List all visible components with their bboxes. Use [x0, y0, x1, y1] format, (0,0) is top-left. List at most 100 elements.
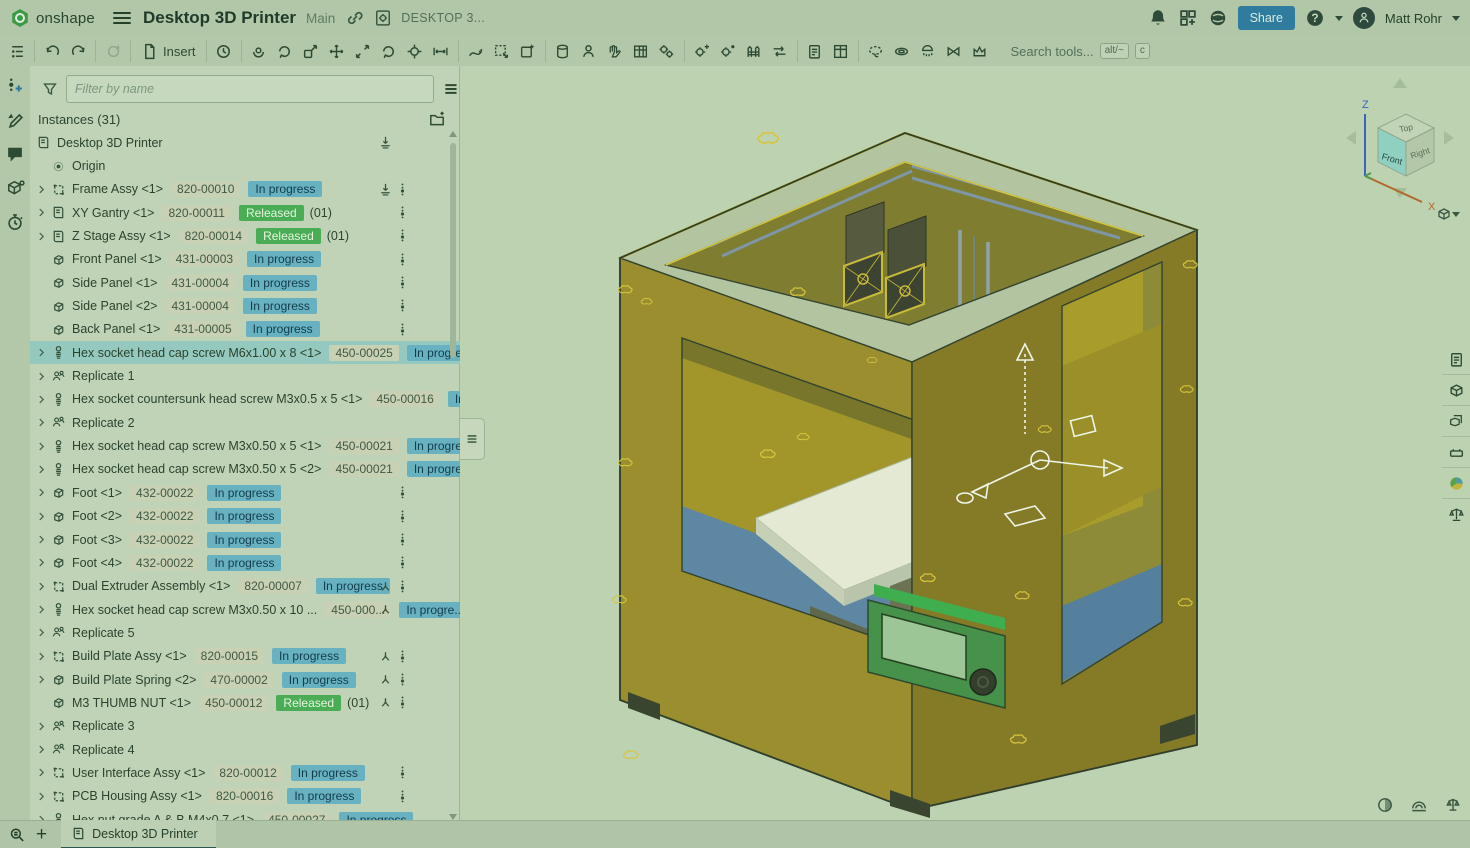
- mate-icon[interactable]: [378, 672, 393, 687]
- fixed-anchor-icon[interactable]: [378, 182, 393, 197]
- tree-row[interactable]: Hex socket head cap screw M3x0.50 x 5 <2…: [30, 458, 460, 481]
- workspace-branch-label[interactable]: Main: [306, 11, 335, 26]
- user-name-label[interactable]: Matt Rohr: [1385, 11, 1442, 26]
- insert-icon[interactable]: Insert: [135, 39, 202, 63]
- search-tabs-icon[interactable]: [8, 826, 26, 844]
- group-icon[interactable]: [489, 39, 515, 63]
- tree-row[interactable]: M3 THUMB NUT <1>450-00012Released(01): [30, 691, 460, 714]
- named-views-flyout-icon[interactable]: [1442, 374, 1470, 405]
- tree-row[interactable]: Replicate 5: [30, 621, 460, 644]
- scrollbar-thumb[interactable]: [450, 143, 456, 358]
- list-view-icon[interactable]: [442, 80, 460, 98]
- tree-row[interactable]: Z Stage Assy <1>820-00014Released(01): [30, 224, 460, 247]
- user-menu-caret-icon[interactable]: [1452, 16, 1460, 21]
- belt-relation-icon[interactable]: [741, 39, 767, 63]
- visibility-dots-icon[interactable]: [395, 555, 410, 570]
- user-avatar[interactable]: [1353, 7, 1375, 29]
- mate-connector-icon[interactable]: [463, 39, 489, 63]
- tree-row[interactable]: User Interface Assy <1>820-00012In progr…: [30, 761, 460, 784]
- filter-input[interactable]: [66, 75, 434, 103]
- bill-of-materials-icon[interactable]: [802, 39, 828, 63]
- tree-row[interactable]: Hex socket countersunk head screw M3x0.5…: [30, 388, 460, 411]
- tree-row[interactable]: Origin: [30, 154, 460, 177]
- visibility-dots-icon[interactable]: [395, 205, 410, 220]
- comments-icon[interactable]: [5, 144, 25, 164]
- graphics-viewport[interactable]: Z X Top Front Right: [460, 66, 1470, 820]
- app-store-grid-icon[interactable]: [1178, 8, 1198, 28]
- interference-detection-icon[interactable]: [941, 39, 967, 63]
- screw-relation-icon[interactable]: [715, 39, 741, 63]
- panel-toggle-handle[interactable]: [460, 418, 485, 460]
- instances-scrollbar[interactable]: [449, 131, 457, 820]
- tree-row[interactable]: Foot <1>432-00022In progress: [30, 481, 460, 504]
- visibility-dots-icon[interactable]: [395, 252, 410, 267]
- expand-chevron-icon[interactable]: [36, 207, 47, 218]
- expand-chevron-icon[interactable]: [36, 767, 47, 778]
- tree-row[interactable]: PCB Housing Assy <1>820-00016In progress: [30, 785, 460, 808]
- revolute-mate-icon[interactable]: [272, 39, 298, 63]
- mate-relation-icon[interactable]: [515, 39, 541, 63]
- tree-row[interactable]: Frame Assy <1>820-00010In progress: [30, 178, 460, 201]
- view-mode-caret-icon[interactable]: [1452, 212, 1460, 217]
- planar-mate-icon[interactable]: [324, 39, 350, 63]
- expand-chevron-icon[interactable]: [36, 441, 47, 452]
- camera-perspective-icon[interactable]: [1410, 796, 1428, 814]
- expand-chevron-icon[interactable]: [36, 487, 47, 498]
- expand-chevron-icon[interactable]: [36, 557, 47, 568]
- visibility-dots-icon[interactable]: [395, 695, 410, 710]
- tree-row[interactable]: Replicate 4: [30, 738, 460, 761]
- expand-chevron-icon[interactable]: [36, 534, 47, 545]
- search-tools[interactable]: Search tools... alt/~ c: [1011, 43, 1150, 59]
- view-mode-cube-icon[interactable]: [1439, 209, 1449, 219]
- tree-row[interactable]: Side Panel <2>431-00004In progress: [30, 294, 460, 317]
- appearance-icon[interactable]: [967, 39, 993, 63]
- assembly-structure-icon[interactable]: [4, 39, 30, 63]
- measure-analysis-icon[interactable]: [5, 178, 25, 198]
- expand-chevron-icon[interactable]: [36, 417, 47, 428]
- time-history-icon[interactable]: [5, 212, 25, 232]
- visibility-dots-icon[interactable]: [395, 579, 410, 594]
- fastened-mate-icon[interactable]: [246, 39, 272, 63]
- expand-chevron-icon[interactable]: [36, 627, 47, 638]
- tree-row[interactable]: Dual Extruder Assembly <1>820-00007In pr…: [30, 575, 460, 598]
- expand-chevron-icon[interactable]: [36, 581, 47, 592]
- replicate-icon[interactable]: [550, 39, 576, 63]
- tree-row[interactable]: Hex socket head cap screw M6x1.00 x 8 <1…: [30, 341, 460, 364]
- exploded-views-icon[interactable]: [828, 39, 854, 63]
- pin-slot-mate-icon[interactable]: [376, 39, 402, 63]
- tree-row[interactable]: Foot <4>432-00022In progress: [30, 551, 460, 574]
- visibility-dots-icon[interactable]: [395, 298, 410, 313]
- expand-chevron-icon[interactable]: [36, 651, 47, 662]
- visibility-dots-icon[interactable]: [395, 485, 410, 500]
- insert-mate-connector-icon[interactable]: [5, 76, 25, 96]
- expand-chevron-icon[interactable]: [36, 464, 47, 475]
- tree-row[interactable]: Side Panel <1>431-00004In progress: [30, 271, 460, 294]
- community-globe-icon[interactable]: [1208, 8, 1228, 28]
- expand-chevron-icon[interactable]: [36, 394, 47, 405]
- visibility-dots-icon[interactable]: [395, 649, 410, 664]
- visibility-dots-icon[interactable]: [395, 182, 410, 197]
- mate-icon[interactable]: [378, 579, 393, 594]
- visibility-dots-icon[interactable]: [395, 789, 410, 804]
- gear-relation-icon[interactable]: [654, 39, 680, 63]
- expand-chevron-icon[interactable]: [36, 347, 47, 358]
- tree-row[interactable]: XY Gantry <1>820-00011Released(01): [30, 201, 460, 224]
- isolate-icon[interactable]: [863, 39, 889, 63]
- expand-chevron-icon[interactable]: [36, 371, 47, 382]
- expand-chevron-icon[interactable]: [36, 674, 47, 685]
- slider-mate-icon[interactable]: [298, 39, 324, 63]
- scroll-up-icon[interactable]: [449, 131, 457, 137]
- visibility-dots-icon[interactable]: [395, 322, 410, 337]
- expand-chevron-icon[interactable]: [36, 231, 47, 242]
- printer-3d-model[interactable]: [460, 66, 1470, 820]
- tree-row[interactable]: Desktop 3D Printer: [30, 131, 460, 154]
- tree-row[interactable]: Foot <2>432-00022In progress: [30, 505, 460, 528]
- circular-pattern-icon[interactable]: [602, 39, 628, 63]
- expand-chevron-icon[interactable]: [36, 184, 47, 195]
- help-icon[interactable]: [1305, 8, 1325, 28]
- linear-pattern-icon[interactable]: [576, 39, 602, 63]
- named-positions-icon[interactable]: [211, 39, 237, 63]
- section-view-icon[interactable]: [1376, 796, 1394, 814]
- tree-row[interactable]: Hex nut grade A & B M4x0.7 <1>450-00027I…: [30, 808, 460, 820]
- tree-row[interactable]: Build Plate Assy <1>820-00015In progress: [30, 645, 460, 668]
